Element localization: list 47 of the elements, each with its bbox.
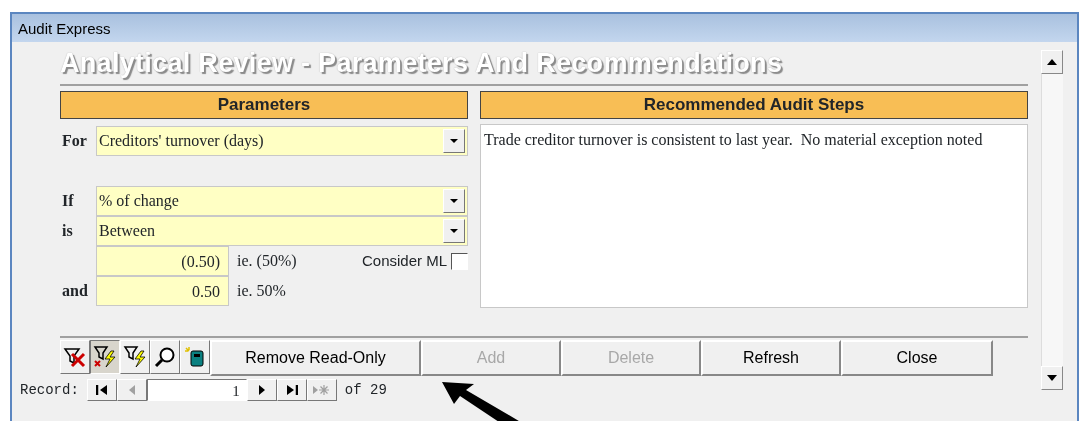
checkbox[interactable] xyxy=(451,252,468,270)
checkbox-label: Consider ML xyxy=(361,250,447,271)
last-record-icon xyxy=(285,384,298,396)
hint-text: ie. 50% xyxy=(237,281,286,301)
nav-button[interactable] xyxy=(276,379,307,401)
hint-text: ie. (50%) xyxy=(237,251,297,271)
filter-lightning-icon xyxy=(123,345,147,369)
recommendation-text[interactable]: Trade creditor turnover is consistent to last year. No material exception noted xyxy=(480,124,1028,308)
dropdown-button[interactable] xyxy=(443,189,465,213)
record-number-field[interactable]: 1 xyxy=(146,379,247,401)
nav-button[interactable] xyxy=(246,379,277,401)
dropdown-arrow-icon xyxy=(450,199,458,203)
dropdown-arrow-icon xyxy=(450,139,458,143)
dropdown-button[interactable] xyxy=(443,129,465,153)
dropdown-arrow-icon xyxy=(450,229,458,233)
window-title: Audit Express xyxy=(12,14,1077,42)
record-label: Record: xyxy=(20,380,79,400)
number-field[interactable]: 0.50 xyxy=(96,276,229,306)
dropdown-button[interactable] xyxy=(443,219,465,243)
up-arrow-icon xyxy=(1047,59,1057,65)
combo-box[interactable]: Between xyxy=(96,216,468,246)
down-arrow-icon xyxy=(1047,375,1057,381)
first-record-icon xyxy=(95,384,108,396)
field-label: If xyxy=(61,191,75,211)
combo-box[interactable]: % of change xyxy=(96,186,468,216)
search-icon xyxy=(154,346,176,368)
action-button[interactable]: Remove Read-Only xyxy=(210,340,421,376)
form-heading: Analytical Review - Parameters And Recommendations xyxy=(60,47,783,80)
remove-filter-icon xyxy=(63,346,87,368)
filter-lightning-icon xyxy=(93,345,117,369)
new-record-icon xyxy=(313,384,331,396)
field-label: is xyxy=(61,221,74,241)
toolbar-button[interactable] xyxy=(90,340,120,374)
number-field[interactable]: (0.50) xyxy=(96,246,229,276)
scroll-down-button[interactable] xyxy=(1041,366,1063,390)
record-count: of 29 xyxy=(344,380,387,400)
nav-button[interactable] xyxy=(86,379,117,401)
field-label: and xyxy=(61,281,89,301)
scroll-up-button[interactable] xyxy=(1041,50,1063,74)
vertical-scrollbar[interactable] xyxy=(1041,50,1063,390)
action-button[interactable]: Close xyxy=(841,340,993,376)
action-button[interactable]: Refresh xyxy=(701,340,841,376)
section-header: Parameters xyxy=(60,91,468,119)
notebook-icon xyxy=(184,346,206,368)
combo-box[interactable]: Creditors' turnover (days) xyxy=(96,126,468,156)
field-label: For xyxy=(61,131,88,151)
section-header: Recommended Audit Steps xyxy=(480,91,1028,119)
